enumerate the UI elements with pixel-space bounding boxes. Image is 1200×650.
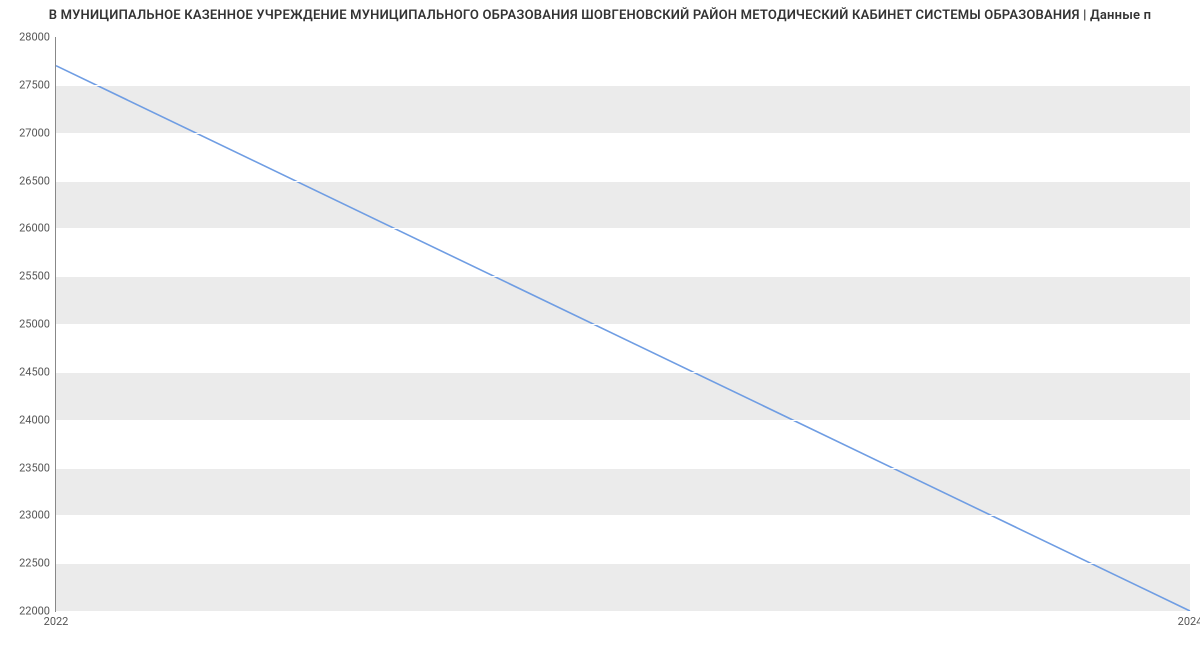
y-gridline: [56, 276, 1190, 277]
x-tick-label: 2022: [44, 611, 69, 628]
y-tick-label: 23000: [19, 509, 56, 522]
y-gridline: [56, 611, 1190, 612]
y-tick-label: 24500: [19, 365, 56, 378]
chart-title: В МУНИЦИПАЛЬНОЕ КАЗЕННОЕ УЧРЕЖДЕНИЕ МУНИ…: [0, 0, 1200, 27]
y-tick-label: 23500: [19, 461, 56, 474]
y-tick-label: 26000: [19, 222, 56, 235]
plot-area: 2200022500230002350024000245002500025500…: [55, 37, 1190, 612]
y-tick-label: 22500: [19, 557, 56, 570]
y-gridline: [56, 372, 1190, 373]
y-tick-label: 27000: [19, 126, 56, 139]
y-gridline: [56, 181, 1190, 182]
y-gridline: [56, 563, 1190, 564]
y-gridline: [56, 468, 1190, 469]
y-tick-label: 25000: [19, 318, 56, 331]
y-gridline: [56, 228, 1190, 229]
y-gridline: [56, 85, 1190, 86]
y-tick-label: 26500: [19, 174, 56, 187]
y-gridline: [56, 37, 1190, 38]
series-line: [56, 66, 1190, 611]
y-gridline: [56, 420, 1190, 421]
y-tick-label: 27500: [19, 78, 56, 91]
y-tick-label: 25500: [19, 270, 56, 283]
y-gridline: [56, 133, 1190, 134]
x-tick-label: 2024: [1178, 611, 1200, 628]
y-tick-label: 24000: [19, 413, 56, 426]
chart-container: 2200022500230002350024000245002500025500…: [0, 27, 1200, 642]
y-tick-label: 28000: [19, 31, 56, 44]
y-gridline: [56, 515, 1190, 516]
y-gridline: [56, 324, 1190, 325]
